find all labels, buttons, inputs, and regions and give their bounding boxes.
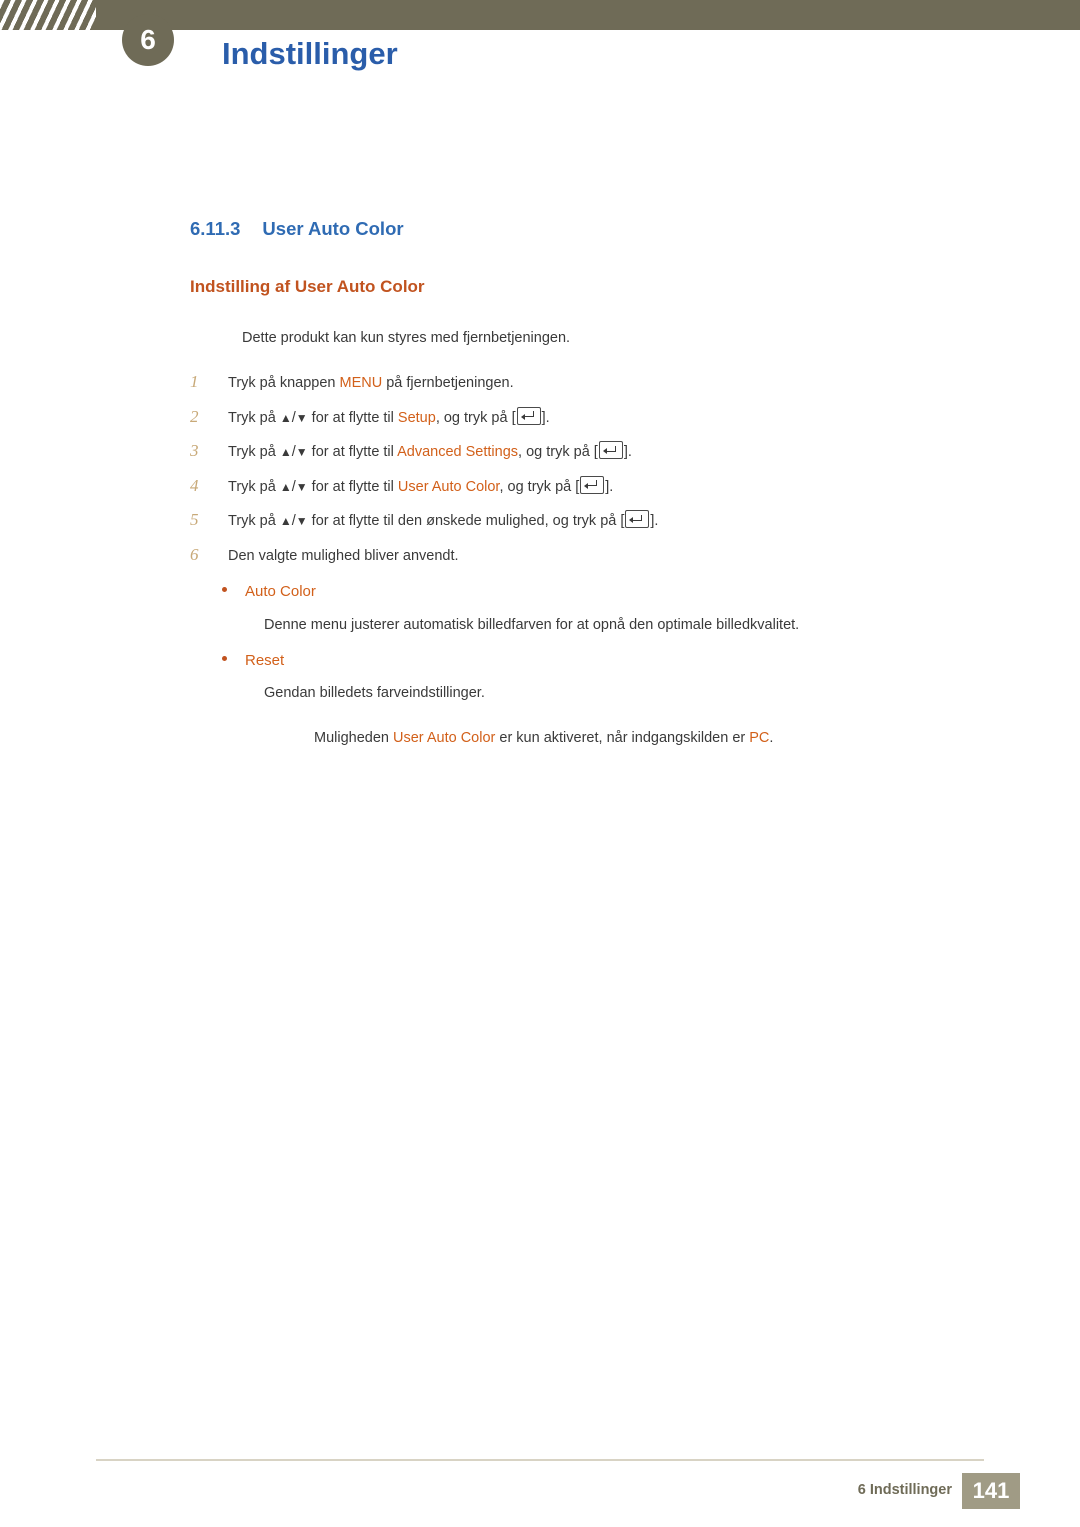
text-run: på fjernbetjeningen. (382, 375, 514, 391)
step-number: 2 (190, 406, 199, 426)
option-description: Gendan billedets farveindstillinger. (264, 685, 485, 701)
arrow-icon: ▼ (295, 445, 308, 459)
footnote: Muligheden User Auto Color er kun aktive… (314, 730, 773, 746)
text-run: Tryk på knappen (228, 375, 340, 391)
arrow-icon: ▼ (295, 514, 308, 528)
keyword: PC (749, 730, 770, 746)
enter-key-icon (580, 475, 605, 494)
text-run: Tryk på (228, 444, 280, 460)
step-item: 1 Tryk på knappen MENU på fjernbetjeninge… (190, 372, 990, 407)
chapter-number-badge: 6 (122, 14, 174, 66)
step-text: Tryk på ▲/▼ for at flytte til User Auto … (228, 475, 614, 495)
option-label: Reset (245, 652, 285, 669)
enter-key-icon (598, 441, 623, 459)
step-item: 2 Tryk på ▲/▼ for at flytte til Setup, og… (190, 406, 990, 442)
text-run: for at flytte til (307, 478, 398, 495)
header-hatch-decoration (0, 0, 96, 30)
section-heading: 6.11.3 User Auto Color (190, 218, 404, 240)
step-item: 3 Tryk på ▲/▼ for at flytte til Advanced … (190, 441, 990, 476)
chapter-title: Indstillinger (222, 36, 398, 71)
step-number: 3 (190, 441, 199, 460)
text-run: Den valgte mulighed bliver anvendt. (228, 547, 459, 564)
text-run: , og tryk på [ (435, 409, 516, 426)
arrow-icon: ▲ (279, 410, 292, 425)
text-run: Tryk på (228, 478, 280, 495)
section-title: User Auto Color (262, 218, 404, 239)
option-description: Denne menu justerer automatisk billedfar… (264, 617, 800, 633)
keyword: Advanced Settings (397, 444, 519, 460)
steps-list: 1 Tryk på knappen MENU på fjernbetjeninge… (190, 372, 990, 579)
page-number-badge: 141 (962, 1473, 1020, 1509)
arrow-icon: ▲ (279, 514, 292, 528)
enter-key-icon (625, 510, 650, 528)
keyword: User Auto Color (393, 730, 496, 746)
step-text: Tryk på ▲/▼ for at flytte til den ønsked… (228, 510, 659, 529)
arrow-icon: ▼ (295, 410, 308, 425)
step-item: 5 Tryk på ▲/▼ for at flytte til den ønske… (190, 510, 990, 545)
keyword: User Auto Color (397, 478, 500, 495)
keyword: MENU (339, 375, 383, 391)
bullet-dot-icon (222, 656, 227, 661)
text-run: for at flytte til (307, 444, 398, 460)
section-note: Dette produkt kan kun styres med fjernbe… (242, 330, 571, 346)
bullet-dot-icon (222, 587, 227, 592)
step-text: Den valgte mulighed bliver anvendt. (228, 548, 459, 564)
arrow-icon: ▲ (279, 479, 292, 494)
step-number: 6 (190, 544, 199, 564)
text-run: Tryk på (228, 513, 280, 529)
step-number: 5 (190, 510, 199, 529)
step-number: 1 (190, 372, 199, 391)
enter-key-icon (516, 406, 541, 425)
text-run: ]. (541, 409, 550, 426)
text-run: ]. (650, 513, 659, 529)
arrow-icon: ▲ (279, 445, 292, 459)
text-run: Tryk på (228, 409, 280, 426)
text-run: Muligheden (314, 730, 393, 746)
keyword: Setup (397, 409, 436, 426)
section-number: 6.11.3 (190, 218, 241, 239)
footer-label: 6 Indstillinger (857, 1482, 952, 1498)
option-item-reset: Reset (222, 652, 284, 669)
text-run: , og tryk på [ (518, 444, 598, 460)
section-subheading: Indstilling af User Auto Color (190, 277, 425, 296)
text-run: ]. (623, 444, 632, 460)
option-item-auto-color: Auto Color (222, 583, 316, 600)
step-item: 4 Tryk på ▲/▼ for at flytte til User Auto… (190, 475, 990, 511)
option-label: Auto Color (245, 583, 316, 600)
step-text: Tryk på ▲/▼ for at flytte til Setup, og … (228, 406, 550, 426)
text-run: for at flytte til (307, 409, 398, 426)
footer-divider (96, 1459, 984, 1461)
text-run: . (769, 730, 774, 746)
step-item: 6 Den valgte mulighed bliver anvendt. (190, 545, 990, 580)
text-run: er kun aktiveret, når indgangskilden er (495, 730, 750, 746)
text-run: , og tryk på [ (499, 478, 580, 495)
step-number: 4 (190, 475, 199, 495)
step-text: Tryk på knappen MENU på fjernbetjeningen… (228, 375, 514, 391)
text-run: ]. (605, 478, 614, 495)
text-run: for at flytte til den ønskede mulighed, … (307, 513, 625, 529)
arrow-icon: ▼ (295, 479, 308, 494)
step-text: Tryk på ▲/▼ for at flytte til Advanced S… (228, 441, 632, 460)
